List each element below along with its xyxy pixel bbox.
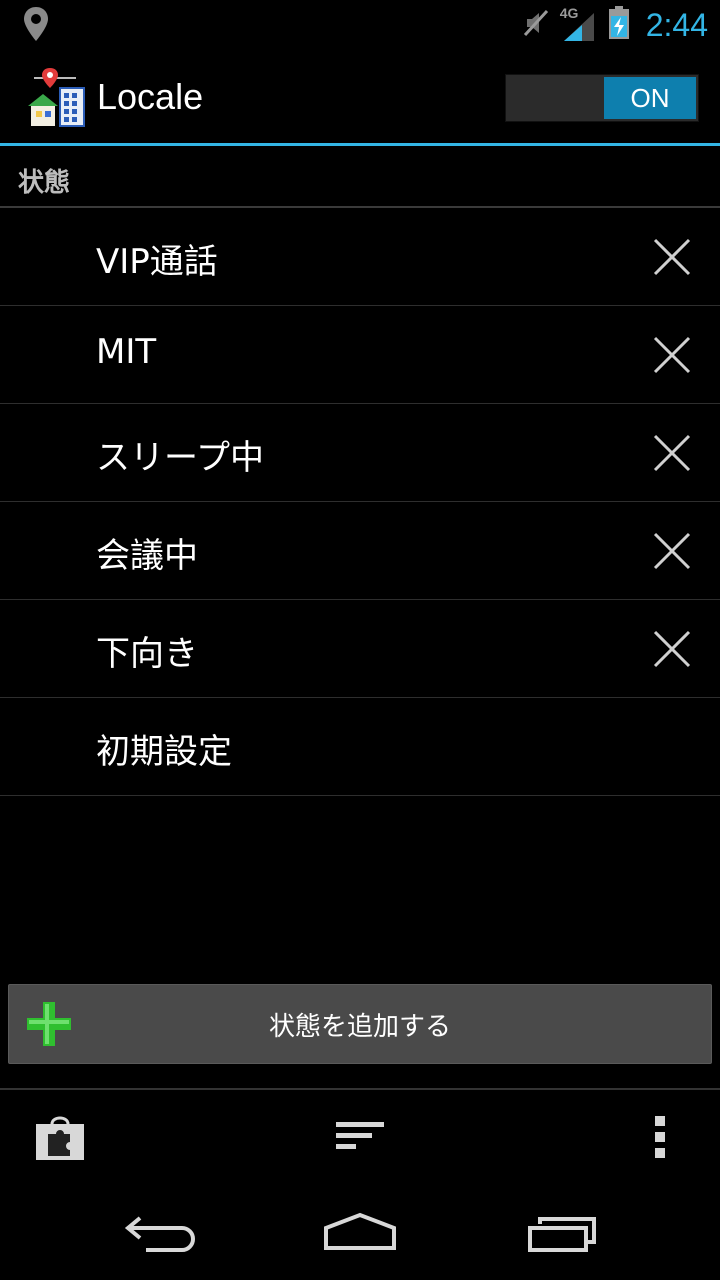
battery-charging-icon (608, 6, 630, 44)
home-icon[interactable] (322, 1212, 398, 1256)
mute-icon (522, 8, 550, 42)
list-item-label: 下向き (96, 634, 198, 674)
section-title: 状態 (18, 168, 71, 198)
status-bar: 4G 2:44 (0, 0, 720, 50)
list-item[interactable]: 初期設定 (0, 698, 720, 796)
plugin-store-icon[interactable] (34, 1110, 86, 1166)
recent-apps-icon[interactable] (526, 1216, 598, 1256)
signal-icon: 4G (560, 5, 598, 43)
toggle-on-label: ON (604, 77, 696, 119)
list-item-label: スリープ中 (96, 438, 264, 478)
list-item[interactable]: VIP通話 (0, 208, 720, 306)
navigation-bar (0, 1186, 720, 1280)
list-item-label: VIP通話 (96, 242, 218, 282)
delete-icon[interactable] (650, 529, 694, 573)
status-time: 2:44 (645, 6, 708, 43)
status-icons: 4G 2:44 (522, 4, 708, 46)
list-item[interactable]: 会議中 (0, 502, 720, 600)
delete-icon[interactable] (650, 627, 694, 671)
list-item-label: 初期設定 (96, 732, 232, 772)
back-icon[interactable] (124, 1214, 196, 1258)
app-icon[interactable] (26, 68, 88, 132)
app-title: Locale (97, 76, 204, 117)
list-item[interactable]: 下向き (0, 600, 720, 698)
screen: 4G 2:44 Locale ON 状態 VIP通話 MIT スリープ中 会議中… (0, 0, 720, 1280)
overflow-menu-icon[interactable] (653, 1116, 667, 1162)
master-toggle[interactable]: ON (505, 74, 699, 122)
add-situation-button[interactable]: 状態を追加する (8, 984, 712, 1064)
list-item[interactable]: MIT (0, 306, 720, 404)
delete-icon[interactable] (650, 333, 694, 377)
bottom-action-bar (0, 1090, 720, 1186)
list-item[interactable]: スリープ中 (0, 404, 720, 502)
sort-icon[interactable] (336, 1120, 384, 1156)
section-header: 状態 (0, 146, 720, 208)
add-situation-label: 状態を追加する (268, 1011, 451, 1042)
list-item-label: MIT (96, 332, 157, 372)
situation-list: VIP通話 MIT スリープ中 会議中 下向き 初期設定 (0, 208, 720, 796)
delete-icon[interactable] (650, 235, 694, 279)
delete-icon[interactable] (650, 431, 694, 475)
location-icon (22, 5, 50, 47)
list-item-label: 会議中 (96, 536, 198, 576)
